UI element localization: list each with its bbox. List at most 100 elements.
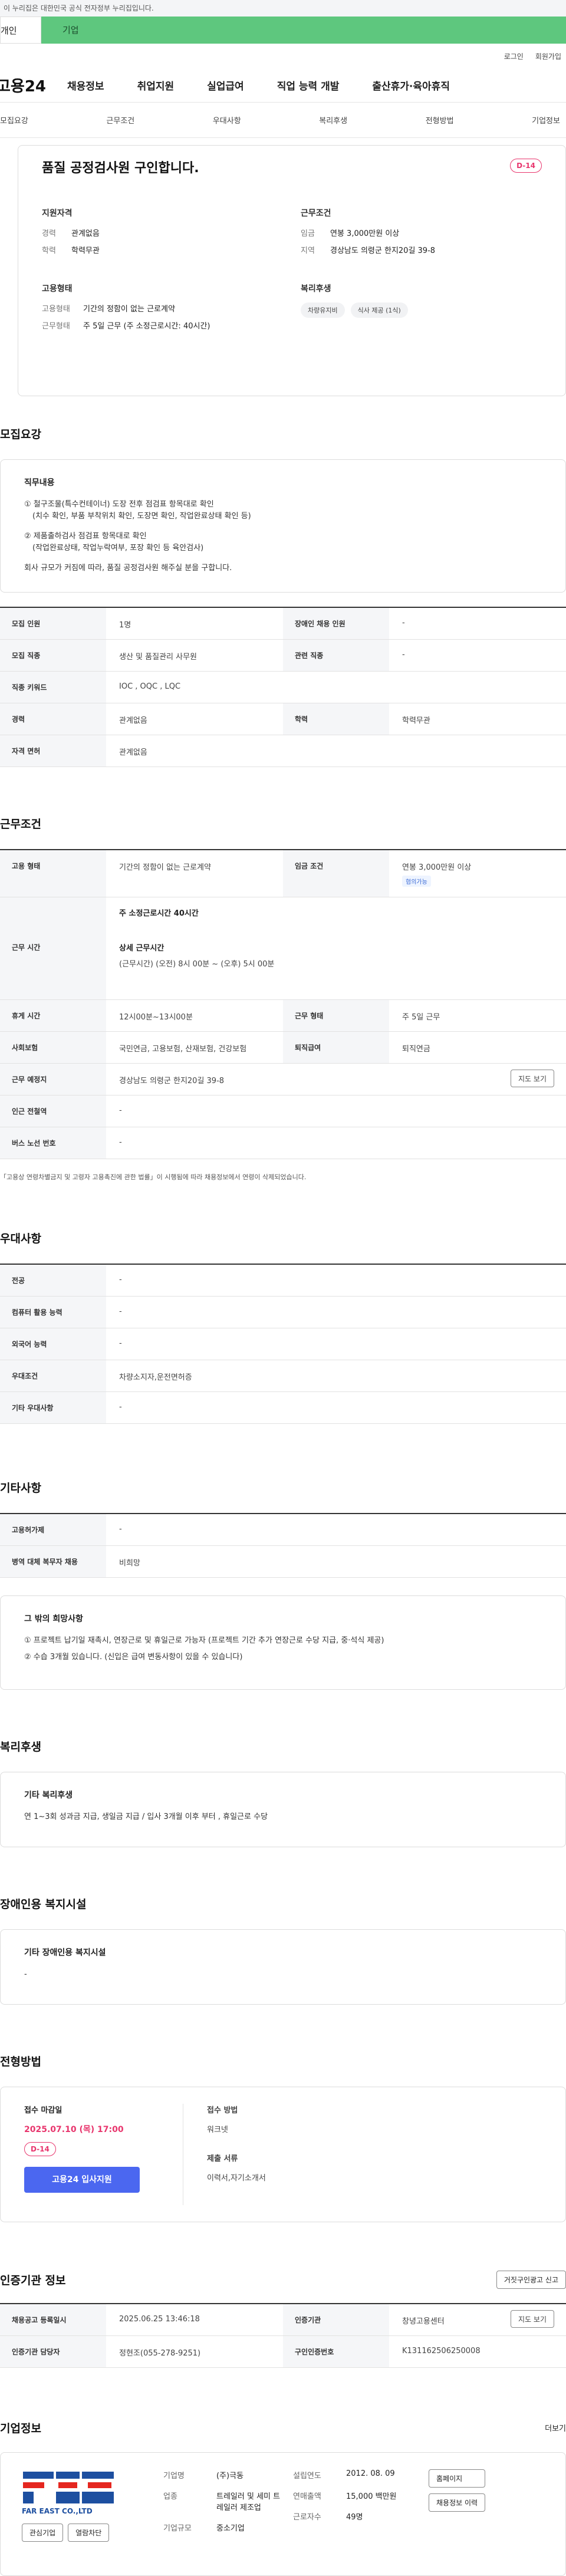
- deadline-value: 2025.07.10 (목) 17:00: [24, 2125, 124, 2134]
- duty-line: (치수 확인, 부품 부착위치 확인, 도장면 확인, 작업완료상태 확인 등): [32, 512, 251, 521]
- main-nav: 채용정보 취업지원 실업급여 직업 능력 개발 출산휴가·육아휴직: [67, 78, 450, 93]
- row-value: IOC , OQC , LQC: [119, 682, 181, 691]
- anchor-recruit[interactable]: 모집요강: [0, 114, 28, 126]
- label: 설립연도: [293, 2472, 321, 2480]
- duty-line: (작업완료상태, 작업누락여부, 포장 확인 등 육안검사): [32, 544, 204, 552]
- company-info-right: 설립연도 2012. 08. 09 연매출액 15,000 백만원 근로자수 49명: [293, 2469, 429, 2559]
- nav-item-leave[interactable]: 출산휴가·육아휴직: [372, 78, 450, 93]
- label: 근무형태: [42, 322, 70, 331]
- map-button[interactable]: 지도 보기: [511, 1070, 554, 1087]
- welfare-box-heading: 기타 복리후생: [24, 1791, 73, 1800]
- anchor-tabs: 모집요강 근무조건 우대사항 복리후생 전형방법 기업정보: [0, 103, 566, 138]
- wish-line: ① 프로젝트 납기일 재촉시, 연장근로 및 휴일근로 가능자 (프로젝트 기간…: [24, 1636, 384, 1645]
- row-value: -: [119, 1106, 122, 1115]
- job-summary-card: 품질 공정검사원 구인합니다. D-14 지원자격 경력 관계없음 학력 학력무관 …: [18, 145, 566, 396]
- row-value: 비희망: [119, 1559, 140, 1568]
- row-label: 인증기관: [283, 2304, 389, 2335]
- welfare-box: 기타 복리후생 연 1~3회 성과금 지급, 생일금 지급 / 입사 3개월 이…: [0, 1772, 566, 1847]
- welfare-block: 복리후생 차량유지비 식사 제공 (1식): [301, 282, 542, 337]
- row-value: -: [402, 650, 405, 659]
- nav-item-benefit[interactable]: 실업급여: [207, 78, 244, 93]
- map-button[interactable]: 지도 보기: [511, 2310, 554, 2328]
- history-button[interactable]: 채용정보 이력: [429, 2493, 486, 2512]
- anchor-process[interactable]: 전형방법: [426, 114, 454, 126]
- label: 연매출액: [293, 2492, 321, 2501]
- method-heading: 접수 방법: [207, 2106, 238, 2115]
- label: 업종: [163, 2492, 177, 2501]
- row-label: 고용허가제: [0, 1514, 106, 1545]
- job-title: 품질 공정검사원 구인합니다.: [42, 161, 199, 176]
- anchor-preference[interactable]: 우대사항: [213, 114, 241, 126]
- row-label: 병역 대체 복무자 채용: [0, 1546, 106, 1577]
- row-label: 휴게 시간: [0, 1000, 106, 1031]
- company-logo-block: FAR EAST CO.,LTD 관심기업 열람차단: [22, 2469, 152, 2559]
- company-more-link[interactable]: 더보기: [545, 2422, 566, 2433]
- section-title-other: 기타사항: [0, 1482, 41, 1495]
- section-title-preference: 우대사항: [0, 1232, 41, 1245]
- row-label: 전공: [0, 1265, 106, 1296]
- anchor-company[interactable]: 기업정보: [532, 114, 560, 126]
- section-title-recruit: 모집요강: [0, 428, 41, 441]
- deadline-heading: 접수 마감일: [24, 2106, 62, 2115]
- site-logo[interactable]: 고용24: [0, 74, 67, 96]
- row-value: 퇴직연금: [402, 1045, 430, 1054]
- label: 지역: [301, 246, 315, 255]
- apply-button[interactable]: 고용24 입사지원: [24, 2167, 140, 2193]
- nav-item-support[interactable]: 취업지원: [137, 78, 175, 93]
- negotiable-tag: 협의가능: [402, 876, 431, 887]
- report-button[interactable]: 거짓구인광고 신고: [496, 2271, 566, 2289]
- login-link[interactable]: 로그인: [504, 51, 524, 61]
- company-logo-caption: FAR EAST CO.,LTD: [22, 2507, 93, 2515]
- section-title-conditions: 근무조건: [0, 818, 41, 831]
- site-header: 고용24 채용정보 취업지원 실업급여 직업 능력 개발 출산휴가·육아휴직: [0, 68, 566, 103]
- interest-button[interactable]: 관심기업: [22, 2524, 64, 2542]
- row-label: 구인인증번호: [283, 2336, 389, 2367]
- anchor-conditions[interactable]: 근무조건: [106, 114, 134, 126]
- tab-company[interactable]: 기업: [41, 17, 566, 44]
- join-link[interactable]: 회원가입: [535, 51, 561, 61]
- homepage-button[interactable]: 홈페이지: [429, 2469, 486, 2488]
- row-value: 국민연금, 고용보험, 산재보험, 건강보험: [119, 1045, 247, 1054]
- wish-line: ② 수습 3개월 있습니다. (신입은 급여 변동사항이 있을 수 있습니다): [24, 1653, 243, 1662]
- value: 주 5일 근무 (주 소정근로시간: 40시간): [83, 322, 210, 331]
- row-value: 차량소지자,운전면허증: [119, 1373, 192, 1382]
- label: 기업명: [163, 2472, 185, 2480]
- company-header: 기업정보 더보기: [0, 2420, 566, 2436]
- hours-main: 주 소정근로시간 40시간: [119, 909, 199, 918]
- company-industry: 트레일러 및 세미 트레일러 제조업: [216, 2492, 281, 2512]
- row-label: 버스 노선 번호: [0, 1127, 106, 1159]
- row-label: 퇴직급여: [283, 1032, 389, 1063]
- duty-line: 회사 규모가 커짐에 따라, 품질 공정검사원 해주실 분을 구합니다.: [24, 564, 232, 573]
- row-label: 직종 키워드: [0, 672, 106, 703]
- row-value: 1명: [119, 621, 131, 630]
- block-button[interactable]: 열람차단: [68, 2524, 110, 2542]
- row-value: 생산 및 품질관리 사무원: [119, 653, 197, 662]
- anchor-welfare[interactable]: 복리후생: [319, 114, 347, 126]
- company-name: (주)극동: [216, 2472, 244, 2480]
- company-sales: 15,000 백만원: [346, 2492, 397, 2501]
- value: 기간의 정함이 없는 근로계약: [83, 305, 175, 314]
- row-label: 사회보험: [0, 1032, 106, 1063]
- row-value: 연봉 3,000만원 이상: [402, 863, 472, 872]
- row-value: 12시00분~13시00분: [119, 1013, 193, 1022]
- disability-text: -: [24, 1970, 27, 1979]
- row-value: -: [119, 1339, 122, 1348]
- recruit-table: 모집 인원 1명 장애인 채용 인원 - 모집 직종 생산 및 품질관리 사무원 관련 직…: [0, 607, 566, 767]
- certify-table: 채용공고 등록일시 2025.06.25 13:46:18 인증기관 창녕고용센터 지도…: [0, 2303, 566, 2368]
- docs-value: 이력서,자기소개서: [207, 2174, 266, 2183]
- preference-table: 전공 - 컴퓨터 활용 능력 - 외국어 능력 - 우대조건 차량소지자,운전면허증 기…: [0, 1264, 566, 1424]
- row-value: -: [119, 1525, 122, 1534]
- nav-item-jobs[interactable]: 채용정보: [67, 78, 104, 93]
- company-staff: 49명: [346, 2513, 363, 2522]
- value: 연봉 3,000만원 이상: [330, 229, 400, 238]
- row-label: 관련 직종: [283, 640, 389, 671]
- nav-item-training[interactable]: 직업 능력 개발: [277, 78, 340, 93]
- deadline-column: 접수 마감일 2025.07.10 (목) 17:00 D-14 고용24 입사…: [24, 2104, 183, 2205]
- label: 경력: [42, 229, 56, 238]
- utility-links: 로그인 회원가입: [0, 44, 566, 68]
- row-label: 기타 우대사항: [0, 1392, 106, 1423]
- row-label: 장애인 채용 인원: [283, 608, 389, 639]
- row-label: 모집 인원: [0, 608, 106, 639]
- tab-person[interactable]: 개인: [0, 17, 41, 44]
- row-value: -: [119, 1403, 122, 1412]
